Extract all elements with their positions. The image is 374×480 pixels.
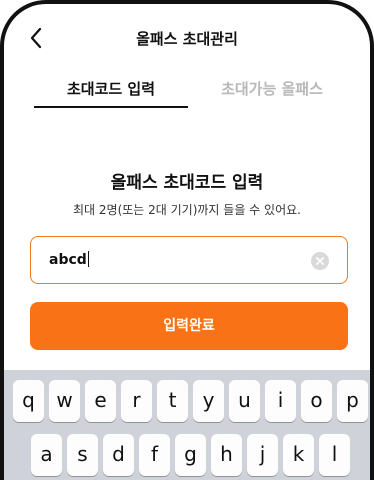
- key-y[interactable]: y: [193, 380, 224, 422]
- submit-button[interactable]: 입력완료: [30, 302, 348, 350]
- key-e[interactable]: e: [85, 380, 116, 422]
- key-o[interactable]: o: [301, 380, 332, 422]
- key-j[interactable]: j: [247, 434, 278, 476]
- phone-frame: 올패스 초대관리 초대코드 입력 초대가능 올패스 올패스 초대코드 입력 최대…: [0, 0, 374, 480]
- key-u[interactable]: u: [229, 380, 260, 422]
- text-caret: [87, 251, 89, 267]
- section-title: 올패스 초대코드 입력: [110, 173, 264, 193]
- key-t[interactable]: t: [157, 380, 188, 422]
- key-d[interactable]: d: [103, 434, 134, 476]
- key-r[interactable]: r: [121, 380, 152, 422]
- keyboard: q w e r t y u i o p a s d f g h j k l: [4, 370, 370, 480]
- tab-invite-code-input[interactable]: 초대코드 입력: [34, 78, 188, 99]
- tab-available-allpass[interactable]: 초대가능 올패스: [200, 78, 344, 99]
- tab-bar: 초대코드 입력 초대가능 올패스: [4, 70, 370, 110]
- key-q[interactable]: q: [13, 380, 44, 422]
- active-tab-underline: [34, 106, 188, 108]
- key-g[interactable]: g: [175, 434, 206, 476]
- clear-icon[interactable]: [311, 252, 329, 270]
- key-f[interactable]: f: [139, 434, 170, 476]
- key-a[interactable]: a: [31, 434, 62, 476]
- page-title: 올패스 초대관리: [136, 30, 238, 48]
- header: 올패스 초대관리: [4, 20, 370, 56]
- invite-code-input[interactable]: abcd: [30, 236, 348, 284]
- key-p[interactable]: p: [337, 380, 368, 422]
- key-s[interactable]: s: [67, 434, 98, 476]
- invite-code-value[interactable]: abcd: [49, 251, 89, 268]
- key-h[interactable]: h: [211, 434, 242, 476]
- key-w[interactable]: w: [49, 380, 80, 422]
- key-i[interactable]: i: [265, 380, 296, 422]
- key-k[interactable]: k: [283, 434, 314, 476]
- key-l[interactable]: l: [319, 434, 350, 476]
- section-subtitle: 최대 2명(또는 2대 기기)까지 들을 수 있어요.: [73, 203, 301, 217]
